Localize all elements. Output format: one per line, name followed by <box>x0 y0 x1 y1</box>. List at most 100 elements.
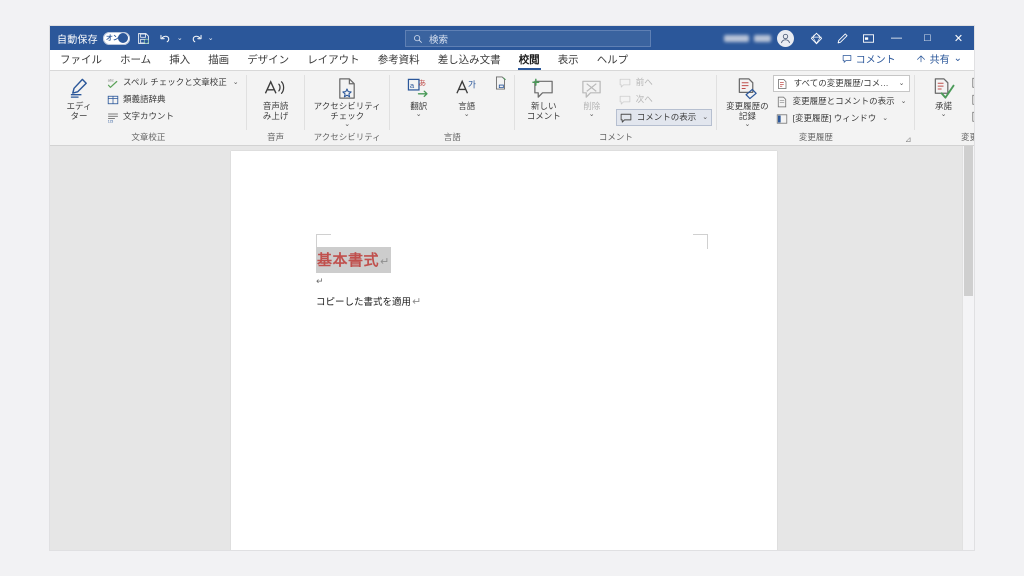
spelling-check-icon: abc <box>106 76 119 89</box>
delete-comment-icon <box>580 75 603 100</box>
tab-view[interactable]: 表示 <box>549 51 588 70</box>
read-aloud-button[interactable]: 音声読 み上げ <box>252 73 300 122</box>
reject-change-button[interactable]: 元に戻す ⌄ <box>968 75 974 90</box>
show-markup-button[interactable]: 変更履歴とコメントの表示 ⌄ <box>773 94 910 109</box>
show-comments-chevron-down-icon[interactable]: ⌄ <box>702 114 708 122</box>
group-label-speech: 音声 <box>267 132 285 142</box>
spelling-check-chevron-down-icon[interactable]: ⌄ <box>233 79 239 87</box>
next-comment-label: 次へ <box>635 93 653 104</box>
track-changes-button[interactable]: 変更履歴の 記録 ⌄ <box>722 73 773 129</box>
previous-change-icon <box>971 93 974 106</box>
comments-button[interactable]: コメント <box>836 49 902 68</box>
close-button[interactable]: ✕ <box>943 26 974 50</box>
tab-design[interactable]: デザイン <box>238 51 298 70</box>
tab-references[interactable]: 参考資料 <box>369 51 429 70</box>
document-canvas: 基本書式↵ ↵ コピーした書式を適用↵ <box>50 146 974 550</box>
tab-home[interactable]: ホーム <box>111 51 160 70</box>
tab-help[interactable]: ヘルプ <box>588 51 638 70</box>
tab-draw[interactable]: 描画 <box>199 51 238 70</box>
maximize-button[interactable]: □ <box>912 26 943 50</box>
reviewing-pane-button[interactable]: [変更履歴] ウィンドウ ⌄ <box>773 111 910 126</box>
read-aloud-label-2: み上げ <box>262 110 289 121</box>
share-chevron-down-icon[interactable]: ⌄ <box>954 53 962 64</box>
reviewing-pane-icon <box>776 112 789 125</box>
redo-icon[interactable] <box>188 30 205 47</box>
save-icon[interactable] <box>135 30 152 47</box>
tab-review[interactable]: 校閲 <box>510 51 549 70</box>
accessibility-check-chevron-down-icon[interactable]: ⌄ <box>344 121 350 129</box>
ribbon-group-tracking: 変更履歴の 記録 ⌄ すべての変更履歴/コメ… ⌄ 変更履歴とコメントの表示 ⌄… <box>717 71 915 145</box>
search-box[interactable]: 検索 <box>405 30 651 47</box>
markup-view-dropdown[interactable]: すべての変更履歴/コメ… ⌄ <box>772 75 910 92</box>
read-aloud-icon <box>263 75 288 100</box>
previous-change-button[interactable]: 前へ <box>968 92 974 107</box>
document-body-text: コピーした書式を適用 <box>316 297 412 308</box>
thesaurus-button[interactable]: 類義語辞典 <box>103 92 242 107</box>
next-comment-button[interactable]: 次へ <box>616 92 712 107</box>
accessibility-check-button[interactable]: アクセシビリティ チェック ⌄ <box>310 73 385 129</box>
show-comments-label: コメントの表示 <box>636 111 697 122</box>
markup-view-chevron-down-icon[interactable]: ⌄ <box>899 80 905 88</box>
spelling-check-button[interactable]: abc スペル チェックと文章校正 ⌄ <box>103 75 242 90</box>
share-button[interactable]: 共有 ⌄ <box>910 49 968 68</box>
document-body-paragraph[interactable]: コピーした書式を適用↵ <box>316 294 421 308</box>
delete-comment-button[interactable]: 削除 ⌄ <box>568 73 616 119</box>
group-label-comments: コメント <box>598 132 633 142</box>
show-markup-chevron-down-icon[interactable]: ⌄ <box>901 98 907 106</box>
autosave-toggle[interactable]: オン <box>102 31 130 45</box>
language-proofing-button[interactable] <box>491 75 510 90</box>
pen-icon[interactable] <box>829 26 855 50</box>
show-comments-button[interactable]: コメントの表示 ⌄ <box>615 109 713 126</box>
accept-change-icon <box>932 75 955 100</box>
customize-qat-chevron-down-icon[interactable]: ⌄ <box>208 34 214 42</box>
previous-comment-button[interactable]: 前へ <box>616 75 712 90</box>
accept-change-button[interactable]: 承諾 ⌄ <box>920 73 968 119</box>
new-comment-button[interactable]: 新しい コメント <box>520 73 568 122</box>
share-button-label: 共有 <box>929 55 950 66</box>
previous-comment-label: 前へ <box>635 76 653 87</box>
group-label-proofing: 文章校正 <box>131 132 166 142</box>
scroll-thumb[interactable] <box>964 146 973 296</box>
translate-button[interactable]: aあ 翻訳 ⌄ <box>395 73 443 119</box>
tracking-dialog-launcher[interactable]: ⊿ <box>905 135 912 144</box>
tab-file[interactable]: ファイル <box>50 51 111 70</box>
comment-icon <box>842 54 851 63</box>
collapse-ribbon-chevron-up-icon[interactable]: ⌃ <box>963 133 970 142</box>
document-heading[interactable]: 基本書式↵ <box>316 247 391 273</box>
delete-comment-chevron-down-icon[interactable]: ⌄ <box>589 111 595 119</box>
tab-mailings[interactable]: 差し込み文書 <box>429 51 510 70</box>
comments-button-label: コメント <box>855 55 896 66</box>
ribbon-group-proofing: エディ ター abc スペル チェックと文章校正 ⌄ 類義語辞典 123 文字カ… <box>50 71 247 145</box>
ribbon-display-options-icon[interactable] <box>855 26 881 50</box>
undo-icon[interactable] <box>157 30 174 47</box>
track-changes-icon <box>736 75 759 100</box>
language-button[interactable]: 가 言語 ⌄ <box>443 73 491 119</box>
ribbon-group-comments: 新しい コメント 削除 ⌄ 前へ 次へ コメントの表示 ⌄ コメント <box>515 71 718 145</box>
empty-paragraph[interactable]: ↵ <box>316 276 324 287</box>
track-changes-chevron-down-icon[interactable]: ⌄ <box>744 121 750 129</box>
next-comment-icon <box>619 93 632 106</box>
previous-comment-icon <box>619 76 632 89</box>
tab-insert[interactable]: 挿入 <box>160 51 199 70</box>
group-label-tracking: 変更履歴 <box>798 132 833 142</box>
editor-button[interactable]: エディ ター <box>55 73 103 122</box>
next-change-button[interactable]: 次へ <box>968 109 974 124</box>
language-chevron-down-icon[interactable]: ⌄ <box>464 111 470 119</box>
tab-layout[interactable]: レイアウト <box>298 51 369 70</box>
translate-chevron-down-icon[interactable]: ⌄ <box>416 111 422 119</box>
vertical-scrollbar[interactable] <box>962 146 974 550</box>
svg-text:あ: あ <box>419 79 427 88</box>
diamond-icon[interactable] <box>803 26 829 50</box>
reviewing-pane-chevron-down-icon[interactable]: ⌄ <box>882 115 888 123</box>
margin-corner-top-right <box>693 234 708 249</box>
undo-dropdown-chevron-down-icon[interactable]: ⌄ <box>177 34 183 42</box>
word-count-button[interactable]: 123 文字カウント <box>103 109 242 124</box>
translate-icon: aあ <box>407 75 430 100</box>
minimize-button[interactable]: — <box>881 26 912 50</box>
tabrow-right-actions: コメント 共有 ⌄ <box>836 49 968 68</box>
accept-change-chevron-down-icon[interactable]: ⌄ <box>941 111 947 119</box>
document-page[interactable]: 基本書式↵ ↵ コピーした書式を適用↵ <box>231 151 777 550</box>
avatar[interactable] <box>777 29 794 47</box>
search-placeholder: 検索 <box>429 34 449 46</box>
word-count-icon: 123 <box>106 110 119 123</box>
